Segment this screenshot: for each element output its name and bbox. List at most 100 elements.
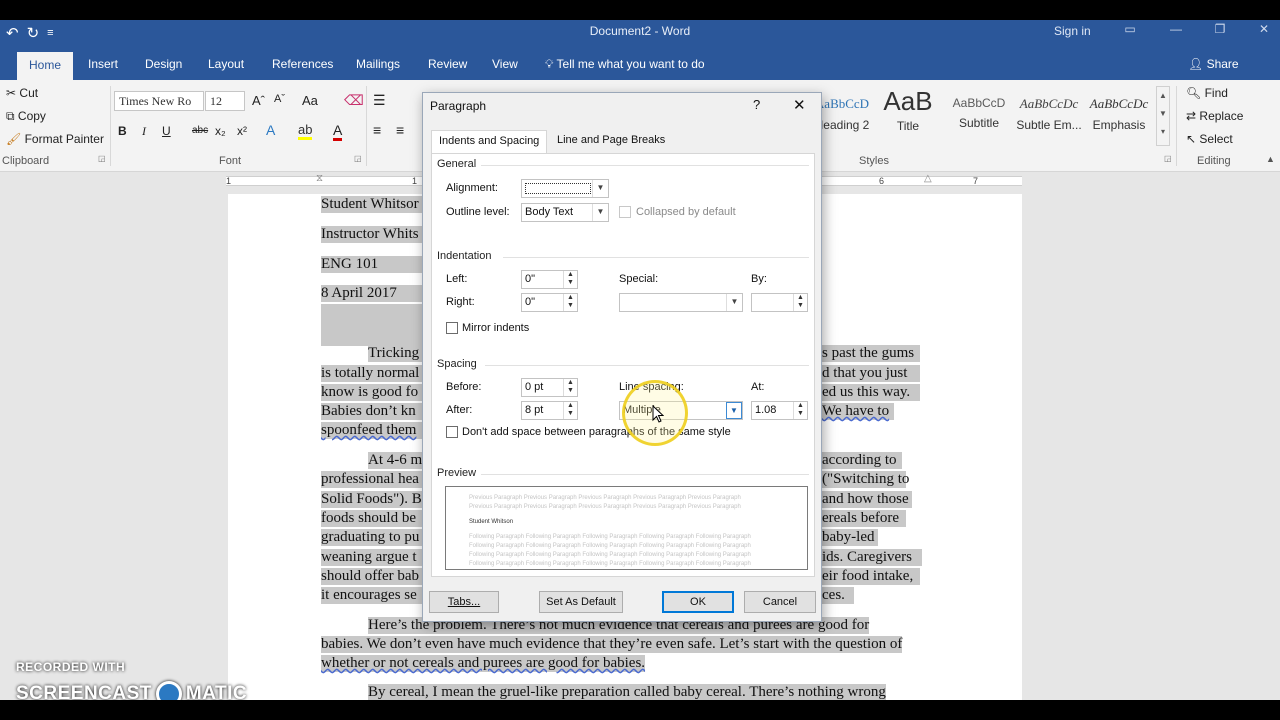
copy-button[interactable]: ⧉ Copy bbox=[6, 109, 46, 124]
doc-line: Instructor Whits bbox=[321, 226, 423, 243]
doc-line: ces. bbox=[822, 587, 854, 604]
tab-line-and-page-breaks[interactable]: Line and Page Breaks bbox=[550, 130, 672, 154]
tab-references[interactable]: References bbox=[272, 57, 333, 71]
right-indent-marker-icon[interactable]: △ bbox=[924, 173, 932, 184]
at-value: 1.08 bbox=[755, 404, 777, 416]
special-dropdown[interactable]: ▼ bbox=[619, 293, 743, 312]
spinner-icon[interactable]: ▲ ▼ bbox=[793, 294, 807, 311]
highlight-icon[interactable]: ab bbox=[298, 122, 313, 140]
left-indent-value: 0" bbox=[525, 273, 536, 285]
align-center-icon[interactable]: ≡ bbox=[396, 122, 404, 138]
shrink-font-icon[interactable]: Aˇ bbox=[274, 93, 285, 105]
italic-button[interactable]: I bbox=[142, 124, 146, 139]
font-launcher-icon[interactable]: ◲ bbox=[354, 154, 362, 163]
doc-line: s past the gums bbox=[822, 345, 920, 362]
indent-marker-icon[interactable]: ⧖ bbox=[316, 173, 323, 184]
tab-design[interactable]: Design bbox=[145, 57, 182, 71]
grow-font-icon[interactable]: Aˆ bbox=[252, 93, 265, 108]
tab-view[interactable]: View bbox=[492, 57, 518, 71]
doc-line: ids. Caregivers bbox=[822, 549, 922, 566]
styles-scroll[interactable]: ▲ ▼ ▾ bbox=[1156, 86, 1170, 146]
style-subtle-emphasis[interactable]: AaBbCcDc Subtle Em... bbox=[1016, 88, 1082, 142]
cursor-arrow-icon: ↖ bbox=[1186, 132, 1197, 146]
tab-mailings[interactable]: Mailings bbox=[356, 57, 400, 71]
minimize-icon[interactable]: — bbox=[1156, 22, 1196, 36]
doc-line: is totally normal bbox=[321, 365, 423, 382]
change-case-icon[interactable]: Aa bbox=[302, 93, 318, 108]
tab-layout[interactable]: Layout bbox=[208, 57, 244, 71]
strikethrough-button[interactable]: abc bbox=[192, 125, 208, 136]
style-name: Title bbox=[896, 119, 920, 133]
doc-line: baby-led bbox=[822, 529, 878, 546]
restore-icon[interactable]: ❐ bbox=[1200, 22, 1240, 36]
replace-button[interactable]: ⇄ Replace bbox=[1186, 109, 1243, 123]
tab-insert[interactable]: Insert bbox=[88, 57, 118, 71]
alignment-value bbox=[525, 182, 591, 194]
font-name-combo[interactable]: Times New Ro bbox=[114, 91, 204, 111]
alignment-dropdown[interactable]: ▼ bbox=[521, 179, 609, 198]
mirror-indents-checkbox[interactable] bbox=[446, 322, 458, 334]
collapse-ribbon-icon[interactable]: ▲ bbox=[1266, 154, 1275, 164]
doc-line: ENG 101 bbox=[321, 256, 423, 273]
font-size-combo[interactable]: 12 bbox=[205, 91, 245, 111]
spacing-heading: Spacing bbox=[437, 358, 477, 370]
divider bbox=[481, 474, 809, 475]
left-indent-input[interactable]: 0" ▲ ▼ bbox=[521, 270, 578, 289]
clear-formatting-icon[interactable]: ⌫ bbox=[344, 92, 364, 109]
doc-line: it encourages se bbox=[321, 587, 423, 604]
after-input[interactable]: 8 pt ▲ ▼ bbox=[521, 401, 578, 420]
subscript-button[interactable]: x₂ bbox=[215, 124, 226, 138]
before-input[interactable]: 0 pt ▲ ▼ bbox=[521, 378, 578, 397]
tabs-button[interactable]: Tabs... bbox=[429, 591, 499, 613]
paragraph-dialog: Paragraph ? ✕ Indents and Spacing Line a… bbox=[422, 92, 822, 622]
spinner-icon[interactable]: ▲ ▼ bbox=[563, 402, 577, 419]
watermark-recorded-with: RECORDED WITH bbox=[16, 660, 126, 674]
by-input[interactable]: ▲ ▼ bbox=[751, 293, 808, 312]
sign-in-link[interactable]: Sign in bbox=[1054, 24, 1091, 38]
spinner-icon[interactable]: ▲ ▼ bbox=[563, 294, 577, 311]
ruler-number: 1 bbox=[412, 176, 418, 186]
preview-following-text: Following Paragraph Following Paragraph … bbox=[469, 534, 751, 540]
cut-button[interactable]: ✂ Cut bbox=[6, 86, 38, 100]
right-indent-input[interactable]: 0" ▲ ▼ bbox=[521, 293, 578, 312]
bullets-icon[interactable]: ☰ bbox=[373, 92, 386, 109]
collapsed-checkbox[interactable] bbox=[619, 206, 631, 218]
close-window-icon[interactable]: ✕ bbox=[1244, 22, 1280, 36]
superscript-button[interactable]: x² bbox=[237, 124, 247, 138]
ok-button[interactable]: OK bbox=[662, 591, 734, 613]
at-input[interactable]: 1.08 ▲ ▼ bbox=[751, 401, 808, 420]
style-title[interactable]: AaB Title bbox=[876, 86, 940, 142]
mouse-pointer-icon bbox=[652, 405, 664, 423]
select-button[interactable]: ↖ Select bbox=[1186, 132, 1233, 146]
after-value: 8 pt bbox=[525, 404, 544, 416]
align-left-icon[interactable]: ≡ bbox=[373, 122, 381, 138]
font-color-icon[interactable]: A bbox=[333, 122, 343, 141]
tab-indents-and-spacing[interactable]: Indents and Spacing bbox=[431, 130, 548, 154]
tab-review[interactable]: Review bbox=[428, 57, 467, 71]
text-effects-icon[interactable]: A bbox=[266, 122, 275, 138]
set-as-default-button[interactable]: Set As Default bbox=[539, 591, 623, 613]
spinner-icon[interactable]: ▲ ▼ bbox=[793, 402, 807, 419]
tell-me-box[interactable]: 💡︎ Tell me what you want to do bbox=[545, 57, 705, 72]
format-painter-button[interactable]: 🖌︎ Format Painter bbox=[6, 132, 104, 146]
underline-button[interactable]: U bbox=[162, 124, 171, 138]
ribbon-display-options-icon[interactable]: ▭ bbox=[1110, 22, 1150, 36]
find-label: Find bbox=[1204, 86, 1228, 100]
close-icon[interactable]: ✕ bbox=[793, 96, 806, 114]
collapsed-label: Collapsed by default bbox=[636, 206, 736, 218]
tab-home[interactable]: Home bbox=[17, 52, 74, 80]
share-button[interactable]: 👤︎ Share bbox=[1188, 57, 1239, 71]
style-subtitle[interactable]: AaBbCcD Subtitle bbox=[946, 88, 1012, 142]
bold-button[interactable]: B bbox=[118, 124, 127, 138]
spinner-icon[interactable]: ▲ ▼ bbox=[563, 379, 577, 396]
styles-launcher-icon[interactable]: ◲ bbox=[1164, 154, 1172, 163]
cancel-button[interactable]: Cancel bbox=[744, 591, 816, 613]
outline-level-dropdown[interactable]: Body Text ▼ bbox=[521, 203, 609, 222]
help-icon[interactable]: ? bbox=[753, 97, 760, 112]
spinner-icon[interactable]: ▲ ▼ bbox=[563, 271, 577, 288]
style-emphasis[interactable]: AaBbCcDc Emphasis bbox=[1086, 88, 1152, 142]
clipboard-launcher-icon[interactable]: ◲ bbox=[98, 154, 106, 163]
dont-add-space-checkbox[interactable] bbox=[446, 426, 458, 438]
find-button[interactable]: 🔍︎ Find bbox=[1186, 86, 1228, 100]
doc-line: ("Switching to bbox=[822, 471, 910, 488]
